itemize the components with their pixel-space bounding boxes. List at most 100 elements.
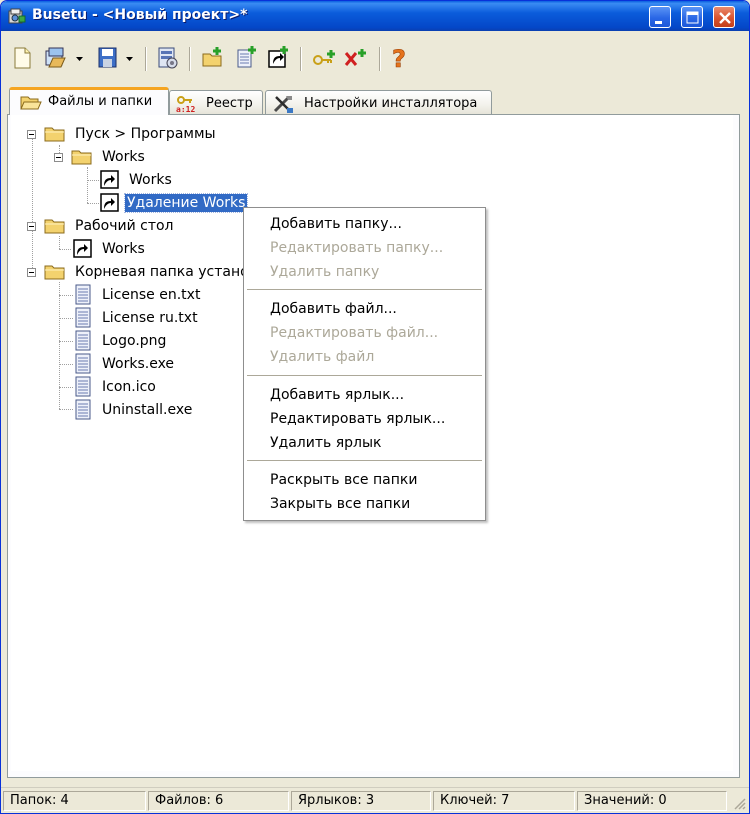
collapse-toggle[interactable] xyxy=(27,222,36,231)
registry-icon: a:12 xyxy=(176,96,195,114)
shortcut-icon xyxy=(268,46,288,68)
status-shortcuts: Ярлыков: 3 xyxy=(291,791,431,811)
add-folder-icon xyxy=(202,47,222,67)
tree-node-root-folder[interactable]: Корневая папка устано xyxy=(73,263,251,281)
tree-node-file[interactable]: Uninstall.exe xyxy=(100,401,194,419)
close-icon xyxy=(719,12,731,24)
minimize-button[interactable] xyxy=(649,6,671,28)
toolbar-separator xyxy=(145,47,147,71)
tree-node-uninstall-shortcut[interactable]: Удаление Works xyxy=(123,193,249,213)
tree-node-desktop[interactable]: Рабочий стол xyxy=(73,217,176,235)
help-icon: ? xyxy=(392,45,407,71)
build-button[interactable] xyxy=(156,45,180,71)
tree-connector xyxy=(59,409,73,410)
save-project-button[interactable] xyxy=(96,45,118,71)
maximize-button[interactable] xyxy=(681,6,703,28)
add-value-button[interactable] xyxy=(343,45,369,71)
collapse-toggle[interactable] xyxy=(27,130,36,139)
title-bar[interactable]: Busetu - <Новый проект>* xyxy=(1,1,749,31)
tree-node-works-shortcut[interactable]: Works xyxy=(127,171,174,189)
add-file-button[interactable] xyxy=(234,45,258,71)
menu-item-add-file[interactable]: Добавить файл... xyxy=(270,300,397,318)
folder-icon xyxy=(44,219,65,234)
tree-node-file[interactable]: License en.txt xyxy=(100,286,202,304)
add-value-icon xyxy=(344,49,366,66)
minimize-icon xyxy=(655,21,662,24)
svg-text:a:12: a:12 xyxy=(176,105,195,114)
add-shortcut-button[interactable] xyxy=(266,45,290,71)
open-folder-icon xyxy=(45,47,66,68)
shortcut-icon xyxy=(73,239,92,258)
collapse-toggle[interactable] xyxy=(27,268,36,277)
add-key-button[interactable] xyxy=(311,45,337,71)
add-file-icon xyxy=(237,46,256,68)
menu-item-edit-file[interactable]: Редактировать файл... xyxy=(270,324,438,342)
status-keys: Ключей: 7 xyxy=(433,791,575,811)
tree-node-file[interactable]: Icon.ico xyxy=(100,378,158,396)
tree-connector xyxy=(59,295,73,296)
tree-connector xyxy=(87,203,99,204)
menu-item-collapse-all[interactable]: Закрыть все папки xyxy=(270,495,410,513)
file-icon xyxy=(75,353,91,374)
menu-separator xyxy=(247,460,482,461)
collapse-toggle[interactable] xyxy=(54,153,63,162)
folder-icon xyxy=(44,265,65,280)
tab-files-folders[interactable]: Файлы и папки xyxy=(9,87,169,115)
tree-connector xyxy=(87,167,88,203)
tree-connector xyxy=(87,180,99,181)
new-project-button[interactable] xyxy=(11,45,33,71)
menu-item-edit-shortcut[interactable]: Редактировать ярлык... xyxy=(270,410,445,428)
folder-open-icon xyxy=(20,96,42,110)
resize-grip-icon[interactable] xyxy=(733,797,747,811)
shortcut-icon xyxy=(100,193,119,212)
tab-label: Настройки инсталлятора xyxy=(304,96,478,111)
menu-separator xyxy=(247,289,482,290)
build-installer-icon xyxy=(158,47,178,69)
close-button[interactable] xyxy=(713,6,735,28)
menu-item-delete-file[interactable]: Удалить файл xyxy=(270,348,374,366)
file-icon xyxy=(75,330,91,351)
tree-connector xyxy=(32,135,33,276)
save-dropdown-arrow[interactable] xyxy=(126,57,134,63)
menu-item-edit-folder[interactable]: Редактировать папку... xyxy=(270,239,443,257)
help-button[interactable]: ? xyxy=(389,45,413,71)
tree-node-start-menu[interactable]: Пуск > Программы xyxy=(73,125,218,143)
tab-label: Файлы и папки xyxy=(48,94,153,109)
status-values: Значений: 0 xyxy=(577,791,727,811)
tree-connector xyxy=(59,341,73,342)
new-document-icon xyxy=(14,47,31,69)
context-menu: Добавить папку... Редактировать папку...… xyxy=(243,207,486,521)
open-project-button[interactable] xyxy=(43,45,69,71)
open-dropdown-arrow[interactable] xyxy=(76,57,84,63)
tree-node-works-folder[interactable]: Works xyxy=(100,148,147,166)
tree-connector xyxy=(59,236,60,249)
folder-icon xyxy=(44,127,65,142)
add-folder-button[interactable] xyxy=(201,45,225,71)
tree-node-file[interactable]: Works.exe xyxy=(100,355,176,373)
menu-item-delete-shortcut[interactable]: Удалить ярлык xyxy=(270,434,381,452)
app-window: Busetu - <Новый проект>* ? Файлы и папки… xyxy=(0,0,750,814)
toolbar-separator xyxy=(189,47,191,71)
menu-item-delete-folder[interactable]: Удалить папку xyxy=(270,263,379,281)
tree-connector xyxy=(59,364,73,365)
toolbar-separator xyxy=(300,47,302,71)
tools-icon xyxy=(273,96,293,113)
menu-item-expand-all[interactable]: Раскрыть все папки xyxy=(270,471,417,489)
tab-installer-settings[interactable]: Настройки инсталлятора xyxy=(265,90,492,114)
tree-connector xyxy=(59,387,73,388)
maximize-icon xyxy=(686,11,699,24)
menu-item-add-shortcut[interactable]: Добавить ярлык... xyxy=(270,386,404,404)
tree-node-desktop-works[interactable]: Works xyxy=(100,240,147,258)
menu-item-add-folder[interactable]: Добавить папку... xyxy=(270,215,402,233)
tab-registry[interactable]: a:12 Реестр xyxy=(169,90,263,114)
svg-text:?: ? xyxy=(392,45,406,71)
window-title: Busetu - <Новый проект>* xyxy=(32,7,248,23)
tab-label: Реестр xyxy=(206,96,253,111)
tree-node-file[interactable]: License ru.txt xyxy=(100,309,200,327)
tree-connector xyxy=(59,249,71,250)
file-icon xyxy=(75,307,91,328)
tree-node-file[interactable]: Logo.png xyxy=(100,332,168,350)
tree-connector xyxy=(59,318,73,319)
folder-icon xyxy=(71,150,92,165)
tree-connector xyxy=(59,282,60,409)
